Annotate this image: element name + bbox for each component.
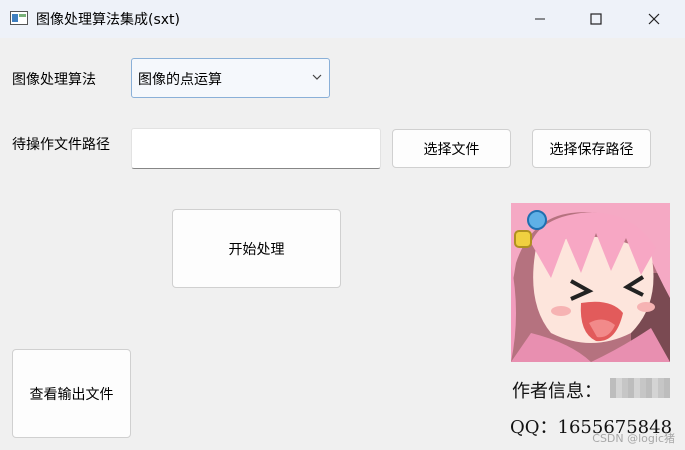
close-button[interactable] — [626, 0, 682, 38]
close-icon — [648, 13, 660, 25]
csdn-watermark: CSDN @logic猪 — [592, 432, 675, 445]
author-info-label: 作者信息： — [512, 381, 602, 402]
maximize-button[interactable] — [568, 0, 624, 38]
minimize-button[interactable] — [512, 0, 568, 38]
maximize-icon — [590, 13, 602, 25]
file-path-label: 待操作文件路径 — [12, 137, 110, 153]
title-bar[interactable]: 图像处理算法集成(sxt) — [0, 0, 685, 38]
author-name-redacted — [610, 378, 670, 398]
choose-save-path-button[interactable]: 选择保存路径 — [532, 129, 651, 168]
start-processing-button[interactable]: 开始处理 — [172, 209, 341, 288]
choose-file-button[interactable]: 选择文件 — [392, 129, 511, 168]
algorithm-selected-value: 图像的点运算 — [138, 72, 222, 88]
chevron-down-icon — [312, 74, 322, 80]
app-window-icon — [10, 11, 28, 25]
view-output-button[interactable]: 查看输出文件 — [12, 349, 131, 438]
author-avatar — [511, 203, 670, 362]
algorithm-label: 图像处理算法 — [12, 72, 96, 88]
avatar-illustration — [511, 203, 670, 362]
file-path-input[interactable] — [131, 128, 381, 169]
algorithm-select[interactable]: 图像的点运算 — [131, 58, 330, 98]
window-title: 图像处理算法集成(sxt) — [36, 12, 180, 28]
minimize-icon — [535, 18, 545, 20]
